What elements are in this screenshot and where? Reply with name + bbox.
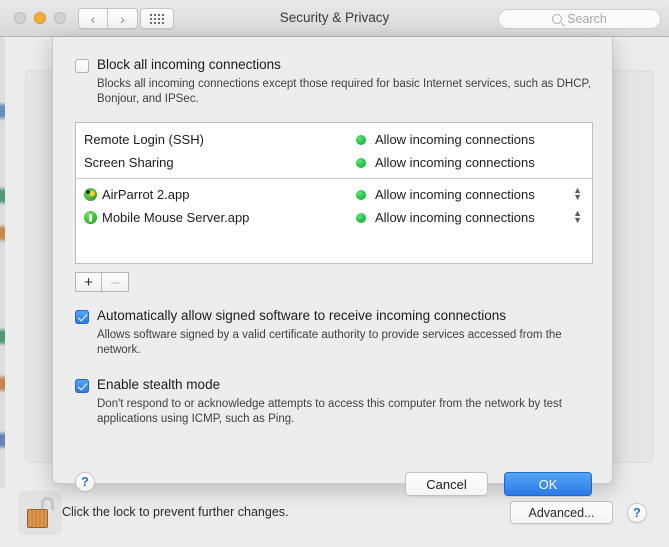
stepper-icon[interactable]: ▲ ▼ bbox=[573, 209, 582, 225]
stealth-mode-row: Enable stealth mode Don't respond to or … bbox=[75, 377, 562, 425]
block-all-label: Block all incoming connections bbox=[97, 57, 281, 72]
lock-status-text: Click the lock to prevent further change… bbox=[62, 505, 289, 519]
list-item-status: Allow incoming connections bbox=[356, 155, 535, 170]
app-window: Click the lock to prevent further change… bbox=[0, 0, 669, 547]
cancel-button[interactable]: Cancel bbox=[405, 472, 488, 496]
padlock-open-icon[interactable] bbox=[18, 491, 62, 535]
block-all-description: Blocks all incoming connections except t… bbox=[97, 78, 591, 105]
lock-bar: Click the lock to prevent further change… bbox=[0, 488, 669, 547]
firewall-options-sheet: Block all incoming connections Blocks al… bbox=[52, 37, 613, 496]
list-item-status: Allow incoming connections bbox=[356, 187, 535, 202]
list-item-status-label: Allow incoming connections bbox=[375, 155, 535, 170]
list-item-status-label: Allow incoming connections bbox=[375, 210, 535, 225]
list-item[interactable]: AirParrot 2.app Allow incoming connectio… bbox=[76, 183, 592, 206]
list-item-name: Mobile Mouse Server.app bbox=[102, 210, 250, 225]
auto-allow-description: Allows software signed by a valid certif… bbox=[97, 329, 562, 356]
stealth-mode-description: Don't respond to or acknowledge attempts… bbox=[97, 398, 562, 425]
stealth-mode-checkbox[interactable] bbox=[75, 379, 89, 393]
list-item-name: Screen Sharing bbox=[84, 155, 174, 170]
title-bar: ‹ › Security & Privacy Search bbox=[0, 0, 669, 37]
remove-app-button[interactable]: – bbox=[102, 272, 129, 292]
auto-allow-label: Automatically allow signed software to r… bbox=[97, 308, 506, 323]
advanced-button[interactable]: Advanced... bbox=[510, 501, 613, 524]
ok-button[interactable]: OK bbox=[504, 472, 592, 496]
list-item-status: Allow incoming connections bbox=[356, 132, 535, 147]
search-placeholder: Search bbox=[567, 12, 607, 26]
list-item-status-label: Allow incoming connections bbox=[375, 132, 535, 147]
block-all-checkbox[interactable] bbox=[75, 59, 89, 73]
auto-allow-checkbox[interactable] bbox=[75, 310, 89, 324]
search-icon bbox=[552, 14, 563, 24]
block-all-row: Block all incoming connections Blocks al… bbox=[75, 57, 591, 105]
status-dot-icon bbox=[356, 212, 366, 223]
list-item-name-wrap: Mobile Mouse Server.app bbox=[84, 210, 356, 225]
help-button-bottom[interactable]: ? bbox=[627, 503, 647, 523]
list-item[interactable]: Screen Sharing Allow incoming connection… bbox=[76, 151, 592, 174]
status-dot-icon bbox=[356, 157, 366, 168]
add-app-button[interactable]: + bbox=[75, 272, 102, 292]
status-dot-icon bbox=[356, 189, 366, 200]
padlock-body bbox=[27, 509, 48, 528]
status-dot-icon bbox=[356, 134, 366, 145]
firewall-app-list[interactable]: Remote Login (SSH) Allow incoming connec… bbox=[75, 122, 593, 264]
list-item[interactable]: Remote Login (SSH) Allow incoming connec… bbox=[76, 128, 592, 151]
stealth-mode-label: Enable stealth mode bbox=[97, 377, 221, 392]
list-item-status-label: Allow incoming connections bbox=[375, 187, 535, 202]
stepper-icon[interactable]: ▲ ▼ bbox=[573, 186, 582, 202]
list-item-name-wrap: AirParrot 2.app bbox=[84, 187, 356, 202]
chevron-down-icon: ▼ bbox=[573, 192, 582, 202]
airparrot-app-icon bbox=[84, 188, 97, 201]
list-divider bbox=[76, 178, 592, 179]
auto-allow-row: Automatically allow signed software to r… bbox=[75, 308, 562, 356]
chevron-down-icon: ▼ bbox=[573, 215, 582, 225]
list-item-status: Allow incoming connections bbox=[356, 210, 535, 225]
search-input[interactable]: Search bbox=[498, 9, 661, 29]
list-item-name: AirParrot 2.app bbox=[102, 187, 190, 202]
list-item[interactable]: Mobile Mouse Server.app Allow incoming c… bbox=[76, 206, 592, 229]
list-item-name: Remote Login (SSH) bbox=[84, 132, 204, 147]
add-remove-buttons: + – bbox=[75, 272, 129, 292]
mobile-mouse-app-icon bbox=[84, 211, 97, 224]
help-button-sheet[interactable]: ? bbox=[75, 472, 95, 492]
